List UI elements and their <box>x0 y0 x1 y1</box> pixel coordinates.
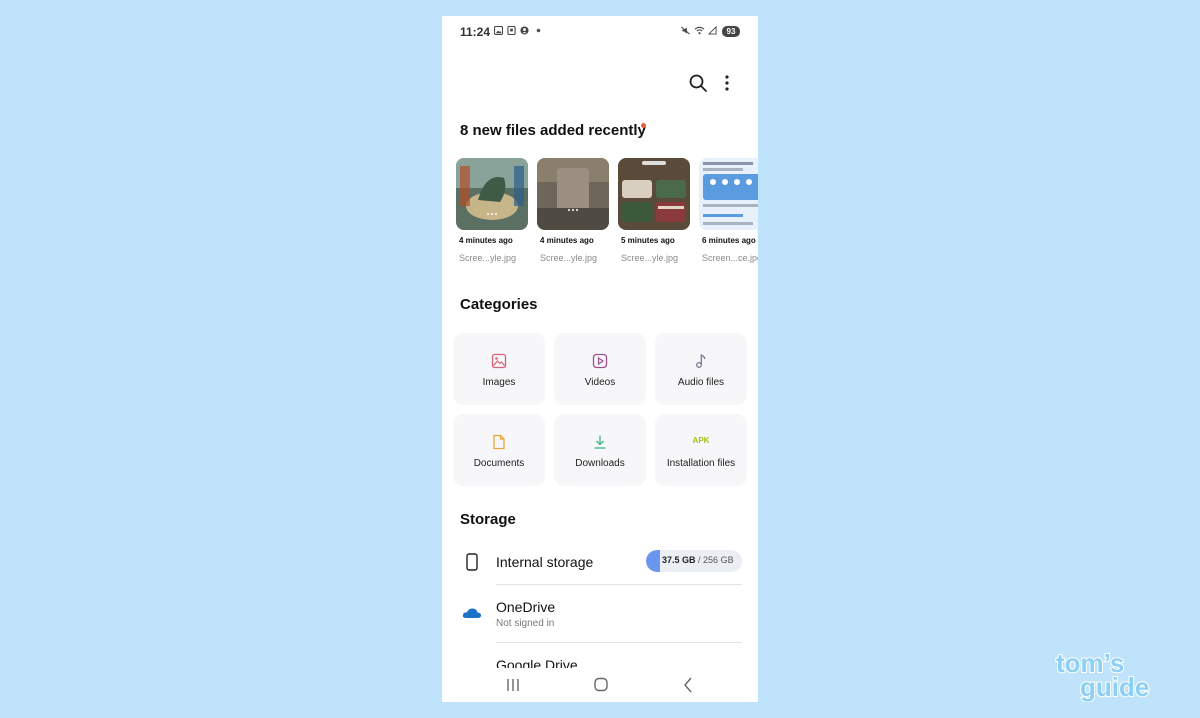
account-icon <box>520 26 529 35</box>
gallery-icon <box>494 26 503 35</box>
onedrive-label: OneDrive <box>496 599 556 615</box>
toms-guide-logo: tom’s guide <box>1055 648 1150 702</box>
recent-file-name: Scree...yle.jpg <box>459 253 517 263</box>
recents-icon[interactable] <box>501 674 525 696</box>
category-downloads[interactable]: Downloads <box>554 414 646 486</box>
signal-icon <box>708 26 717 35</box>
more-vert-icon[interactable] <box>716 72 738 94</box>
wifi-icon <box>694 26 705 35</box>
onedrive-status: Not signed in <box>496 618 555 629</box>
notification-dot-icon <box>536 28 541 33</box>
storage-total: / 256 GB <box>698 555 734 565</box>
recent-file-name: Scree...yle.jpg <box>621 253 679 263</box>
onedrive-icon <box>462 608 482 618</box>
storage-usage-fill <box>646 550 660 572</box>
mute-icon <box>681 26 690 35</box>
recent-thumbnail <box>537 158 609 230</box>
document-icon <box>493 434 505 450</box>
status-time: 11:24 <box>460 25 491 39</box>
recent-file-item[interactable]: 6 minutes ago Screen...ce.jpg <box>699 158 758 263</box>
category-audio[interactable]: Audio files <box>655 333 747 405</box>
image-icon <box>491 353 507 369</box>
recent-file-time: 4 minutes ago <box>459 236 513 245</box>
home-icon[interactable] <box>589 674 613 696</box>
recent-thumbnail <box>618 158 690 230</box>
category-images[interactable]: Images <box>453 333 545 405</box>
storage-usage-text: 37.5 GB / 256 GB <box>662 555 734 565</box>
phone-icon <box>466 553 478 571</box>
sim-icon <box>507 26 516 35</box>
new-badge-dot <box>641 123 646 128</box>
recent-files-title: 8 new files added recently <box>460 122 646 139</box>
status-bar: 11:24 93 <box>442 16 758 48</box>
category-label: Videos <box>584 377 616 388</box>
recent-file-time: 6 minutes ago <box>702 236 756 245</box>
recent-file-time: 4 minutes ago <box>540 236 594 245</box>
storage-usage-pill: 37.5 GB / 256 GB <box>646 550 742 572</box>
recent-file-time: 5 minutes ago <box>621 236 675 245</box>
category-label: Images <box>482 377 516 388</box>
divider <box>496 642 742 643</box>
storage-used: 37.5 GB <box>662 555 696 565</box>
category-installation-files[interactable]: APK Installation files <box>655 414 747 486</box>
category-label: Downloads <box>575 458 625 469</box>
recent-file-item[interactable]: 4 minutes ago Scree...yle.jpg <box>456 158 530 263</box>
category-videos[interactable]: Videos <box>554 333 646 405</box>
recent-file-name: Screen...ce.jpg <box>702 253 758 263</box>
recent-file-item[interactable]: 4 minutes ago Scree...yle.jpg <box>537 158 611 263</box>
music-note-icon <box>696 354 706 368</box>
svg-text:guide: guide <box>1080 672 1149 702</box>
categories-title: Categories <box>460 296 538 313</box>
download-icon <box>594 435 606 449</box>
back-icon[interactable] <box>677 674 701 696</box>
recent-thumbnail <box>699 158 758 230</box>
recent-thumbnail <box>456 158 528 230</box>
navigation-bar <box>442 668 758 702</box>
recent-file-item[interactable]: 5 minutes ago Scree...yle.jpg <box>618 158 692 263</box>
apk-icon: APK <box>692 436 710 445</box>
category-documents[interactable]: Documents <box>453 414 545 486</box>
video-icon <box>592 353 608 369</box>
category-label: Documents <box>473 458 525 469</box>
storage-title: Storage <box>460 511 516 528</box>
battery-badge: 93 <box>722 26 740 37</box>
recent-file-name: Scree...yle.jpg <box>540 253 598 263</box>
category-label: Audio files <box>677 377 725 388</box>
search-icon[interactable] <box>687 72 709 94</box>
category-label: Installation files <box>666 458 736 469</box>
phone-screen: 11:24 93 8 new files added recently 4 mi… <box>442 16 758 702</box>
internal-storage-label: Internal storage <box>496 554 594 570</box>
divider <box>496 584 742 585</box>
